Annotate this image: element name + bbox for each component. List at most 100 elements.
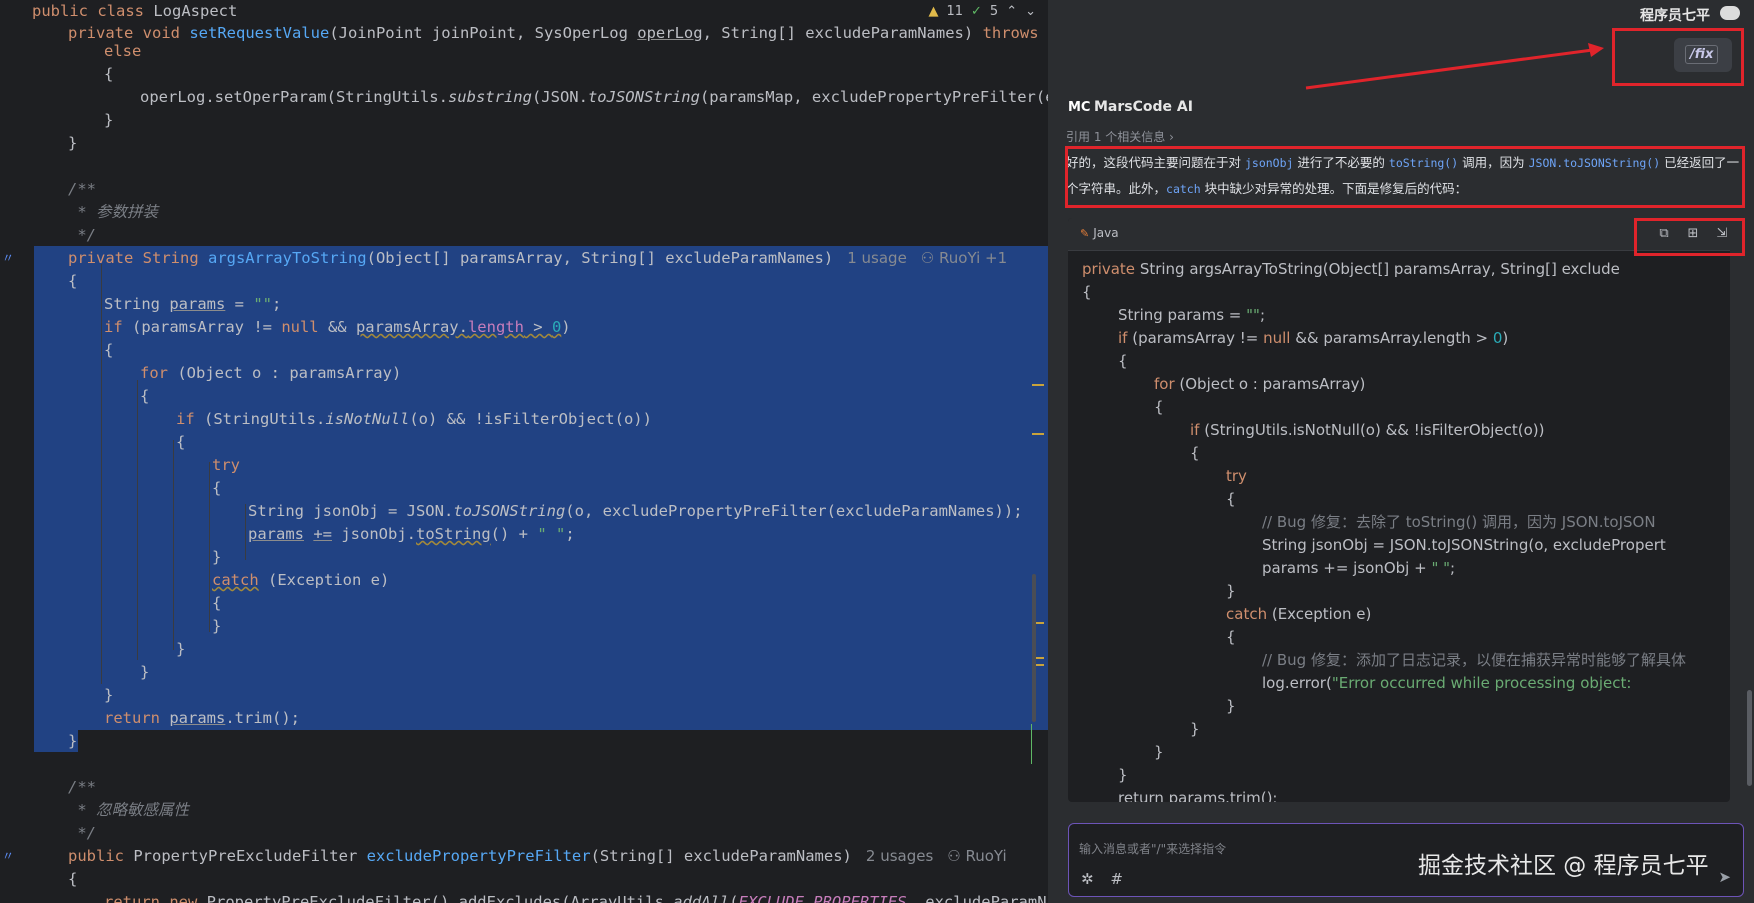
annotation-box-fix: [1612, 28, 1744, 86]
code-line: try: [212, 456, 240, 474]
code-line: {: [104, 65, 114, 83]
author-hint[interactable]: ⚇ RuoYi +1: [921, 249, 1007, 267]
code-line: catch (Exception e): [212, 571, 390, 589]
chevron-up-icon[interactable]: ⌃: [1006, 4, 1017, 19]
code-line: return params.trim();: [1118, 789, 1278, 802]
code-line: private void setRequestValue(JoinPoint j…: [68, 24, 1048, 42]
code-line: }: [1226, 697, 1236, 715]
code-line: if (paramsArray != null && paramsArray.l…: [104, 318, 571, 336]
annotation-box-toolbar: [1634, 218, 1745, 256]
ai-message-header: MC MarsCode AI: [1068, 99, 1193, 115]
code-line: }: [1118, 766, 1128, 784]
input-tool-icons[interactable]: ✲ #: [1081, 870, 1129, 888]
code-line: {: [1118, 352, 1128, 370]
code-line: {: [1226, 490, 1236, 508]
person-icon: ⚇: [947, 847, 966, 865]
code-line: }: [104, 111, 114, 129]
marscode-gutter-icon[interactable]: 〃: [2, 252, 14, 264]
author-hint-2[interactable]: ⚇ RuoYi: [947, 847, 1006, 865]
code-line: }: [1154, 743, 1164, 761]
code-line: private String argsArrayToString(Object[…: [1082, 260, 1620, 278]
code-line: }: [212, 617, 222, 635]
java-icon: ✎: [1080, 227, 1090, 240]
marscode-gutter-icon-2[interactable]: 〃: [2, 850, 14, 862]
code-line: if (StringUtils.isNotNull(o) && !isFilte…: [1190, 421, 1545, 439]
code-line: operLog.setOperParam(StringUtils.substri…: [140, 88, 1048, 106]
code-line: {: [1226, 628, 1236, 646]
scroll-marker[interactable]: [1032, 384, 1044, 386]
inspection-status[interactable]: ▲ 11 ✓ 5 ⌃ ⌄: [924, 2, 1040, 21]
code-comment: // Bug 修复：去除了 toString() 调用，因为 JSON.toJS…: [1262, 513, 1656, 531]
code-line: catch (Exception e): [1226, 605, 1372, 623]
code-block: ✎ Java ⧉ ⊞ ⇲ private String argsArrayToSt…: [1068, 218, 1730, 802]
code-line: String params = "";: [104, 295, 282, 313]
scroll-marker[interactable]: [1032, 433, 1044, 435]
code-line: }: [68, 134, 78, 152]
code-line: }: [104, 686, 114, 704]
code-line: params += jsonObj.toString() + " ";: [248, 525, 575, 543]
user-name: 程序员七平: [1640, 8, 1710, 24]
check-icon: ✓: [971, 4, 982, 19]
doc-comment: * 参数拼装: [68, 203, 158, 221]
send-icon[interactable]: ➤: [1718, 868, 1731, 886]
usage-hint[interactable]: 1 usage: [847, 249, 907, 267]
doc-comment: /**: [68, 778, 96, 796]
code-editor[interactable]: 〃 〃 public class LogAspect private void …: [0, 0, 1048, 903]
ai-title: MarsCode AI: [1094, 99, 1193, 115]
doc-comment: */: [68, 824, 96, 842]
code-line: {: [68, 272, 78, 290]
code-line: {: [212, 479, 222, 497]
ai-assistant-panel: 程序员七平 /fix MC MarsCode AI 引用 1 个相关信息 › 好…: [1054, 0, 1754, 903]
chat-input-placeholder: 输入消息或者"/"来选择指令: [1079, 842, 1227, 856]
code-line: if (paramsArray != null && paramsArray.l…: [1118, 329, 1509, 347]
avatar[interactable]: [1720, 6, 1740, 20]
code-line: }: [212, 548, 222, 566]
code-line: log.error("Error occurred while processi…: [1262, 674, 1637, 692]
code-line: params += jsonObj + " ";: [1262, 559, 1456, 577]
method-signature[interactable]: private String argsArrayToString(Object[…: [68, 247, 1007, 270]
code-line: }: [176, 640, 186, 658]
code-line: {: [68, 870, 78, 888]
code-block-header: ✎ Java ⧉ ⊞ ⇲: [1068, 218, 1730, 251]
method-signature-2[interactable]: public PropertyPreExcludeFilter excludeP…: [68, 845, 1007, 868]
code-line: return params.trim();: [104, 709, 300, 727]
code-line: return new PropertyPreExcludeFilter().ad…: [104, 893, 1048, 903]
annotation-arrow: [1305, 43, 1604, 90]
doc-comment: */: [68, 226, 96, 244]
reference-link[interactable]: 引用 1 个相关信息 ›: [1066, 128, 1174, 145]
panel-scrollbar[interactable]: [1747, 690, 1752, 786]
code-line: {: [104, 341, 114, 359]
code-line: }: [1226, 582, 1236, 600]
warning-icon: ▲: [928, 4, 939, 19]
code-line: String params = "";: [1118, 306, 1266, 324]
code-line: public class LogAspect: [32, 2, 238, 20]
code-line: else: [104, 42, 142, 60]
code-line: }: [1190, 720, 1200, 738]
code-line: String jsonObj = JSON.toJSONString(o, ex…: [1262, 536, 1666, 554]
code-line: {: [212, 594, 222, 612]
code-line: }: [68, 732, 78, 750]
annotation-box-answer: [1065, 146, 1745, 208]
code-line: {: [176, 433, 186, 451]
person-icon: ⚇: [920, 249, 940, 267]
doc-comment: * 忽略敏感属性: [68, 801, 189, 819]
code-line: String jsonObj = JSON.toJSONString(o, ex…: [248, 502, 1023, 520]
code-comment: // Bug 修复：添加了日志记录，以便在捕获异常时能够了解具体: [1262, 651, 1686, 669]
code-language: ✎ Java: [1080, 226, 1119, 240]
code-line: if (StringUtils.isNotNull(o) && !isFilte…: [176, 410, 652, 428]
chevron-down-icon[interactable]: ⌄: [1025, 4, 1036, 19]
code-line: {: [1154, 398, 1164, 416]
marscode-logo-icon: MC: [1068, 100, 1091, 115]
watermark: 掘金技术社区 @ 程序员七平: [1418, 853, 1709, 879]
code-line: try: [1226, 467, 1247, 485]
code-line: {: [1082, 283, 1092, 301]
doc-comment: /**: [68, 180, 96, 198]
code-line: for (Object o : paramsArray): [140, 364, 402, 382]
code-line: }: [140, 663, 150, 681]
usage-hint-2[interactable]: 2 usages: [866, 847, 933, 865]
code-line: for (Object o : paramsArray): [1154, 375, 1366, 393]
editor-scrollbar[interactable]: [1032, 574, 1036, 722]
code-line: {: [140, 387, 150, 405]
vcs-change-marker: [1031, 724, 1032, 764]
code-line: {: [1190, 444, 1200, 462]
